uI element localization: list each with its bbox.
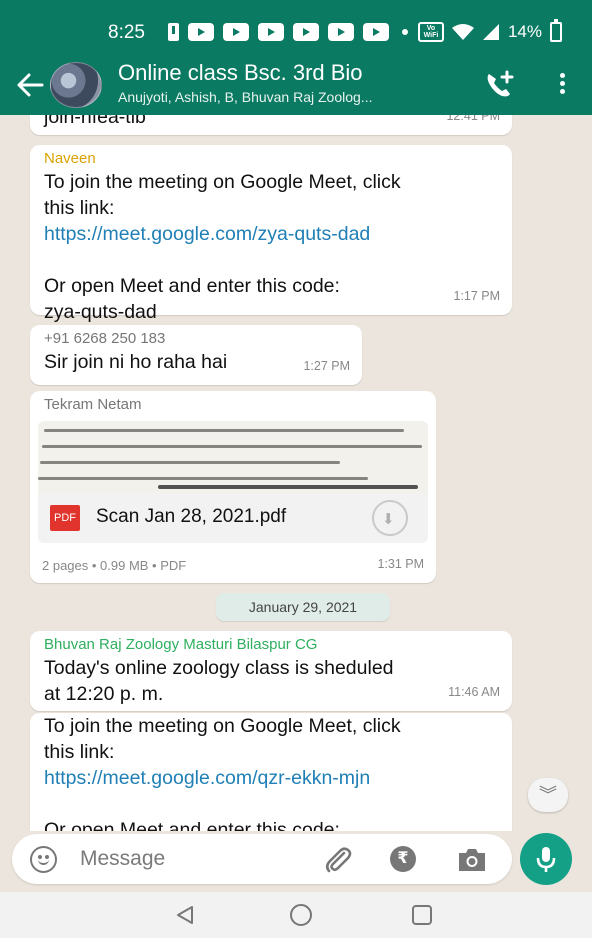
message-text: To join the meeting on Google Meet, clic… (44, 713, 401, 831)
top-bar: 8:25 Vo WiFi 14% Online class Bsc. 3rd B… (0, 0, 592, 115)
chat-title[interactable]: Online class Bsc. 3rd Bio (118, 60, 363, 86)
status-right: Vo WiFi 14% (417, 19, 562, 42)
message-sender[interactable]: +91 6268 250 183 (44, 329, 165, 349)
group-avatar[interactable] (50, 62, 102, 108)
status-time: 8:25 (108, 22, 145, 43)
battery-percent: 14% (507, 22, 542, 41)
message-time: 12:41 PM (446, 115, 500, 123)
chat-members-subtitle[interactable]: Anujyoti, Ashish, B, Bhuvan Raj Zoolog..… (118, 89, 372, 105)
youtube-notification-icon (188, 23, 214, 41)
back-arrow-icon[interactable] (14, 70, 46, 100)
message-text: join-nfea-tib (44, 115, 146, 128)
add-call-icon[interactable] (482, 68, 516, 102)
notification-icons (168, 23, 408, 41)
message-line: To join the meeting on Google Meet, clic… (44, 715, 401, 737)
message-text: To join the meeting on Google Meet, clic… (44, 169, 401, 325)
nav-recent-apps-icon[interactable] (412, 905, 432, 925)
youtube-notification-icon (223, 23, 249, 41)
message-line: Today's online zoology class is sheduled (44, 657, 394, 679)
nav-home-icon[interactable] (290, 904, 312, 926)
message-text: Today's online zoology class is sheduled… (44, 655, 394, 707)
message-bubble[interactable]: Bhuvan Raj Zoology Masturi Bilaspur CG T… (30, 631, 512, 711)
payment-rupee-icon[interactable]: ₹ (390, 846, 416, 872)
system-navigation-bar (0, 892, 592, 938)
message-time: 1:17 PM (453, 289, 500, 303)
more-options-icon[interactable] (554, 70, 570, 100)
message-line: zya-quts-dad (44, 301, 157, 323)
more-notifications-dot-icon (402, 29, 408, 35)
document-name[interactable]: Scan Jan 28, 2021.pdf (96, 504, 286, 530)
message-line: at 12:20 p. m. (44, 683, 164, 705)
wifi-signal-icon (451, 24, 474, 40)
message-line: To join the meeting on Google Meet, clic… (44, 171, 401, 193)
meet-link[interactable]: https://meet.google.com/qzr-ekkn-mjn (44, 765, 401, 791)
voice-message-button[interactable] (520, 833, 572, 885)
meet-link[interactable]: https://meet.google.com/zya-quts-dad (44, 221, 401, 247)
message-line: Or open Meet and enter this code: (44, 819, 340, 831)
message-bubble[interactable]: Naveen To join the meeting on Google Mee… (30, 145, 512, 323)
document-message[interactable]: Tekram Netam PDF Scan Jan 28, 2021.pdf 2… (30, 391, 436, 583)
attach-icon[interactable] (322, 844, 354, 876)
chat-header: Online class Bsc. 3rd Bio Anujyoti, Ashi… (0, 58, 592, 112)
download-icon[interactable] (372, 500, 408, 536)
message-sender[interactable]: Naveen (44, 149, 96, 169)
message-bubble[interactable]: To join the meeting on Google Meet, clic… (30, 713, 512, 831)
youtube-notification-icon (363, 23, 389, 41)
message-sender[interactable]: Bhuvan Raj Zoology Masturi Bilaspur CG (44, 635, 317, 655)
message-time: 1:27 PM (303, 359, 350, 373)
camera-icon[interactable] (456, 846, 488, 874)
document-attachment[interactable]: PDF Scan Jan 28, 2021.pdf (38, 493, 428, 543)
document-meta: 2 pages • 0.99 MB • PDF (42, 558, 187, 573)
cell-signal-icon (482, 24, 499, 40)
chevrons-down-icon: ︾ (539, 785, 557, 805)
scroll-to-bottom-button[interactable]: ︾ (528, 778, 568, 812)
youtube-notification-icon (258, 23, 284, 41)
message-list[interactable]: join-nfea-tib 12:41 PM Naveen To join th… (0, 115, 592, 831)
message-line: Or open Meet and enter this code: (44, 275, 340, 297)
date-divider: January 29, 2021 (216, 593, 390, 621)
message-sender[interactable]: Tekram Netam (44, 395, 142, 415)
nav-back-icon[interactable] (174, 904, 196, 926)
youtube-notification-icon (293, 23, 319, 41)
message-time: 11:46 AM (448, 685, 500, 699)
message-text: Sir join ni ho raha hai (44, 351, 228, 373)
message-bubble[interactable]: join-nfea-tib 12:41 PM (30, 115, 512, 135)
message-input[interactable] (80, 844, 300, 874)
alert-notification-icon (168, 23, 179, 41)
wifi-calling-icon: Vo WiFi (417, 22, 444, 42)
youtube-notification-icon (328, 23, 354, 41)
microphone-icon (536, 847, 556, 872)
emoji-icon[interactable] (30, 846, 57, 873)
message-time: 1:31 PM (377, 557, 424, 571)
message-line: this link: (44, 741, 115, 763)
pdf-file-icon: PDF (50, 505, 80, 531)
battery-icon (550, 19, 562, 42)
status-bar: 8:25 Vo WiFi 14% (0, 0, 592, 62)
message-line: this link: (44, 197, 115, 219)
message-composer: ₹ (12, 834, 512, 884)
message-bubble[interactable]: +91 6268 250 183 Sir join ni ho raha hai… (30, 325, 362, 385)
